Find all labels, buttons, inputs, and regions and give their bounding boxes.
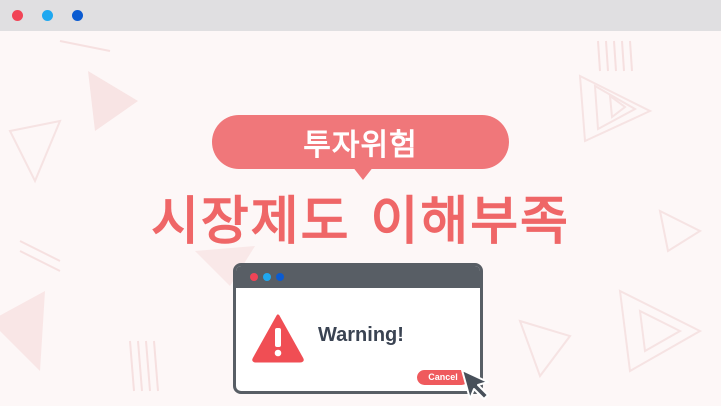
- dialog-maximize-dot[interactable]: [276, 273, 284, 281]
- dialog-titlebar: [236, 266, 480, 288]
- speech-bubble: 투자위험: [212, 115, 509, 169]
- maximize-window-dot[interactable]: [72, 10, 83, 21]
- mouse-pointer-icon: [461, 369, 489, 400]
- window-titlebar: [0, 0, 721, 31]
- minimize-window-dot[interactable]: [42, 10, 53, 21]
- headline-title: 시장제도 이해부족: [151, 192, 570, 252]
- warning-triangle-icon: [252, 314, 304, 363]
- warning-dialog: Warning! Cancel: [233, 263, 483, 394]
- dialog-close-dot[interactable]: [250, 273, 258, 281]
- bubble-label: 투자위험: [303, 128, 418, 163]
- close-window-dot[interactable]: [12, 10, 23, 21]
- warning-message: Warning!: [318, 324, 404, 346]
- speech-bubble-tail: [352, 166, 374, 180]
- dialog-minimize-dot[interactable]: [263, 273, 271, 281]
